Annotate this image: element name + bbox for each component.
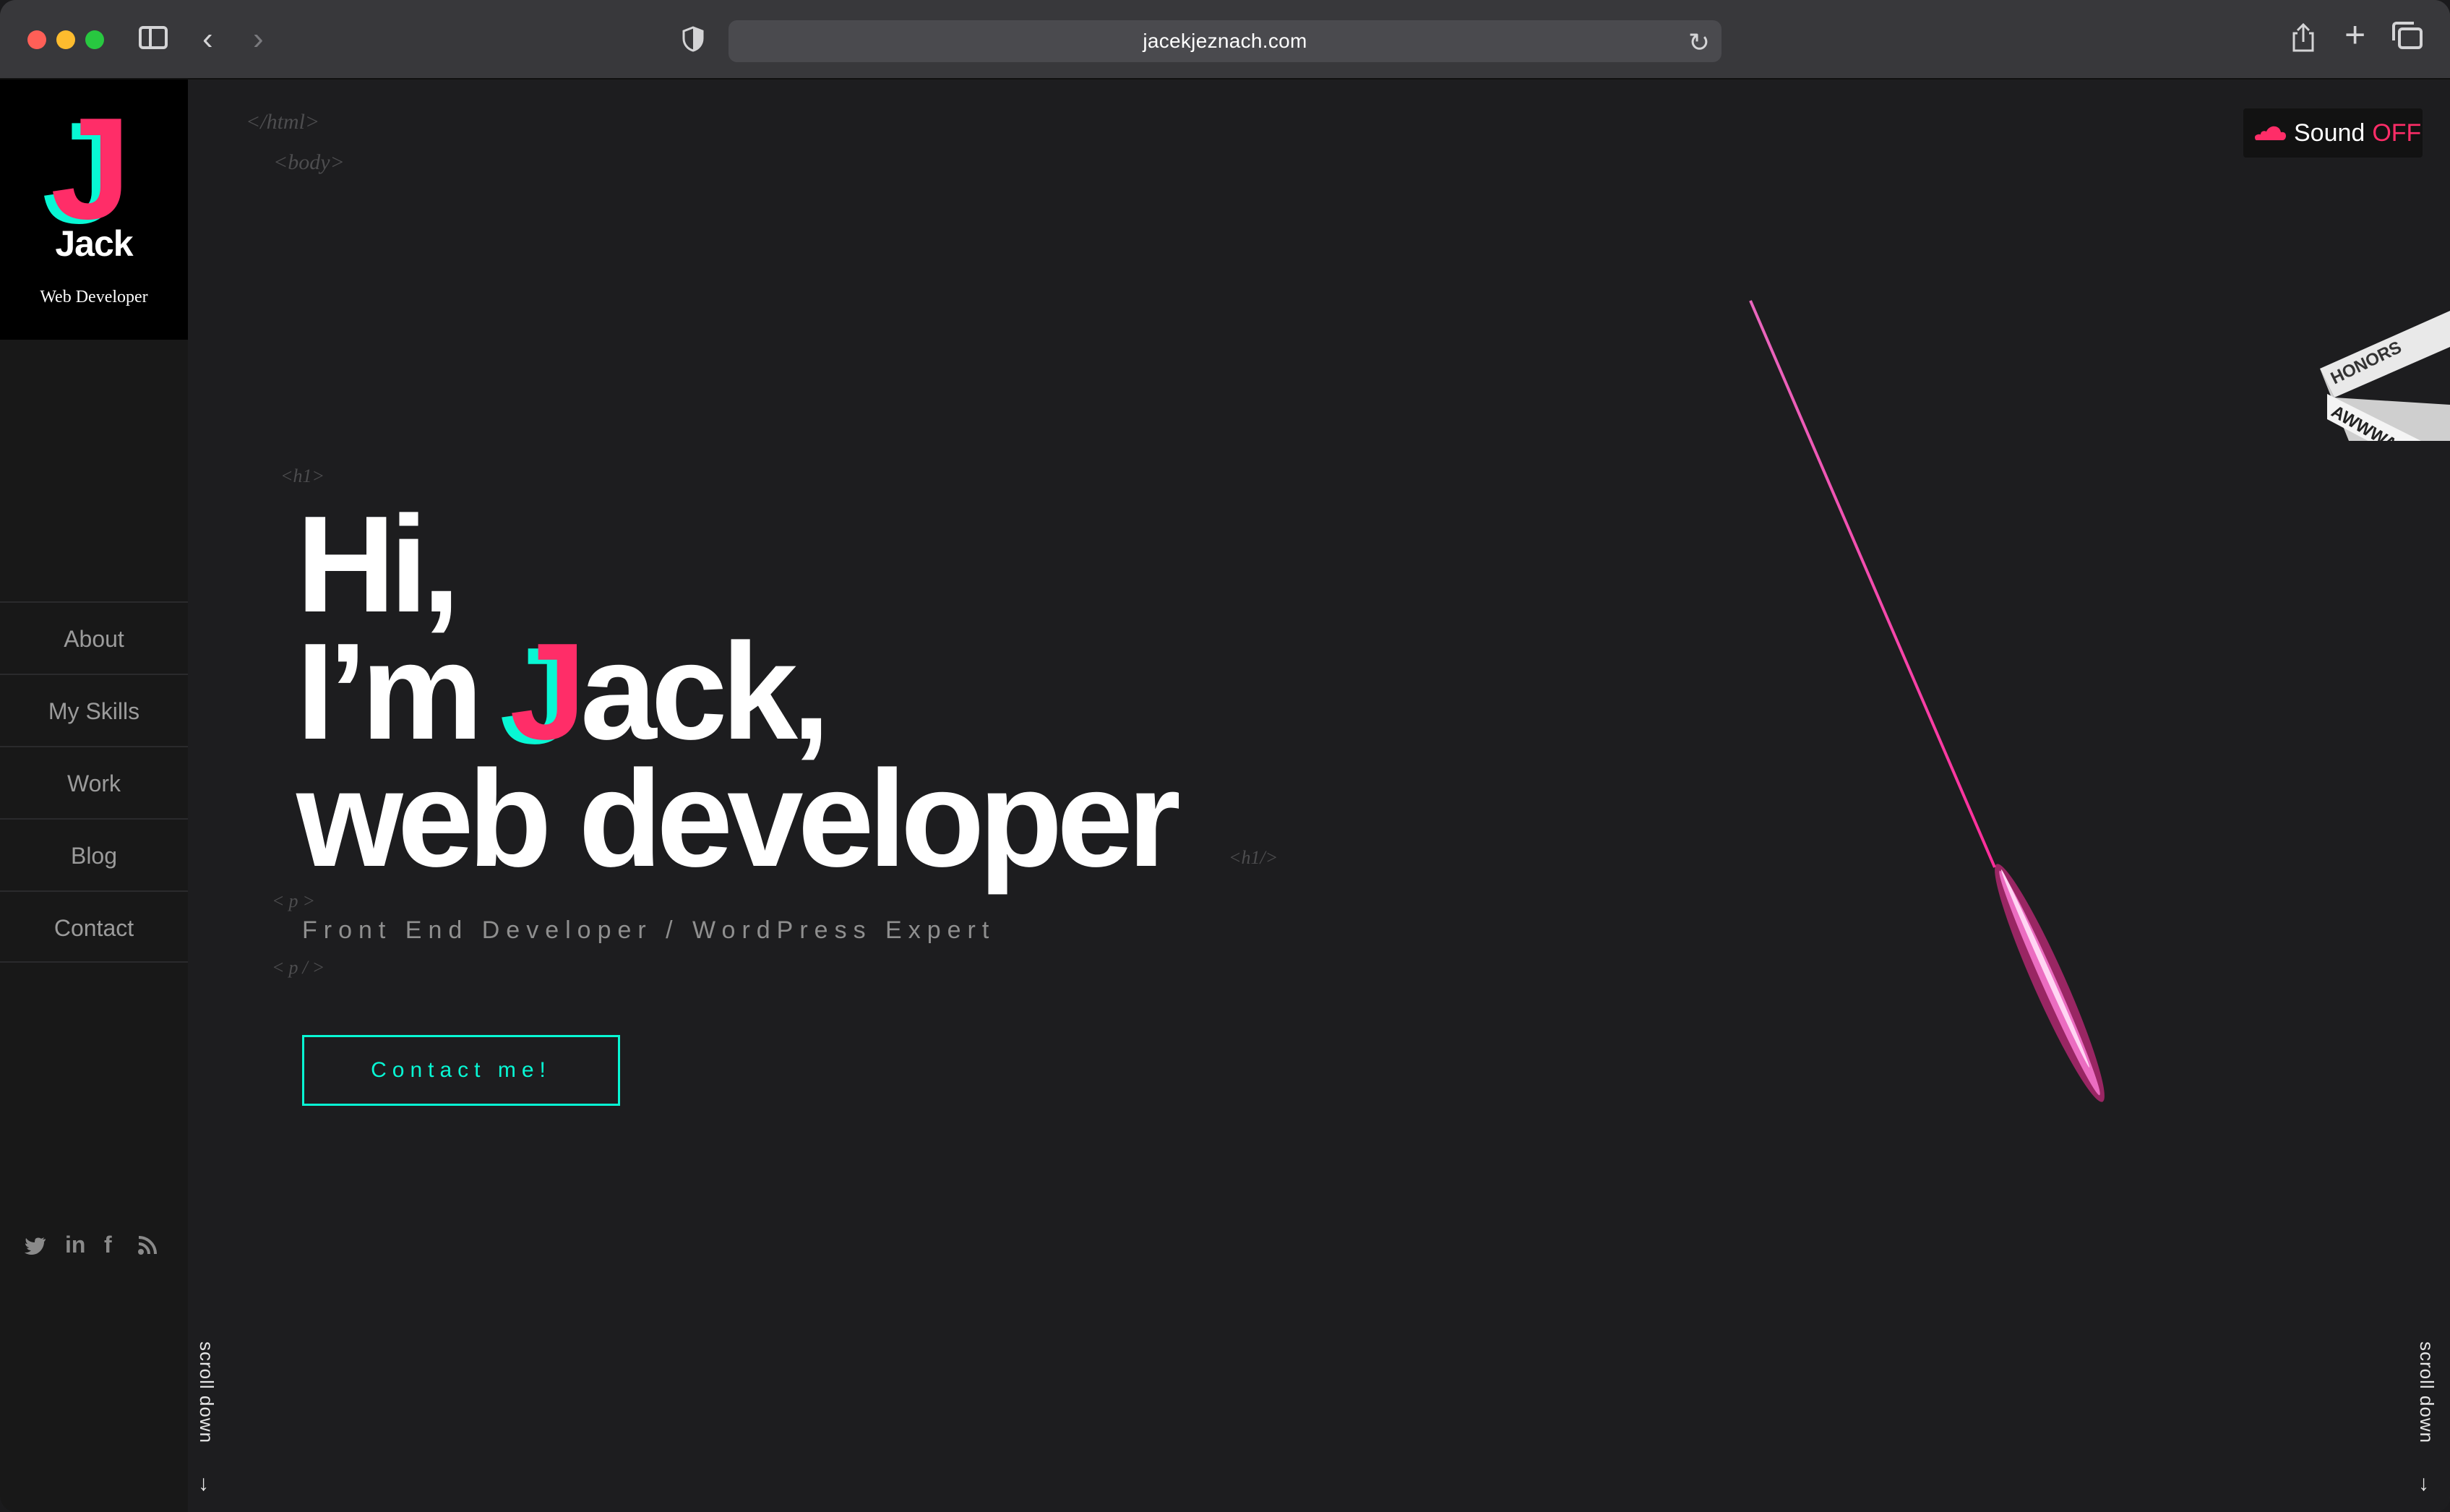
sound-toggle-button[interactable]: Sound OFF (2243, 108, 2423, 158)
twitter-icon[interactable] (25, 1234, 46, 1261)
minimize-window-button[interactable] (56, 30, 75, 49)
logo-letter: J (51, 88, 132, 249)
address-bar[interactable]: jacekjeznach.com ↻ (728, 20, 1722, 62)
main-nav: About My Skills Work Blog Contact (0, 601, 188, 963)
contact-me-button[interactable]: Contact me! (302, 1035, 620, 1106)
nav-item-about[interactable]: About (0, 601, 188, 674)
forward-arrow-icon[interactable]: › (253, 23, 264, 55)
browser-toolbar: ‹ › jacekjeznach.com ↻ + (0, 0, 2450, 80)
comet-decoration (1749, 300, 2105, 1102)
code-tag-h1-open: <h1> (280, 465, 325, 486)
site-sidebar: J Jack Web Developer About My Skills Wor… (0, 80, 188, 1512)
scroll-down-arrow-right-icon[interactable]: ↓ (2418, 1472, 2429, 1496)
nav-item-blog[interactable]: Blog (0, 818, 188, 890)
sound-label: Sound (2294, 119, 2365, 147)
maximize-window-button[interactable] (85, 30, 104, 49)
scroll-down-arrow-left-icon[interactable]: ↓ (198, 1472, 209, 1496)
sidebar-toggle-icon[interactable] (139, 26, 168, 49)
linkedin-icon[interactable]: in (65, 1232, 85, 1258)
privacy-shield-icon[interactable] (682, 26, 704, 58)
code-tag-p-close: <p/> (272, 957, 330, 978)
code-tag-html: </html> (246, 110, 320, 134)
nav-item-work[interactable]: Work (0, 746, 188, 818)
code-tag-h1-close: <h1/> (1229, 847, 1278, 868)
new-tab-icon[interactable]: + (2344, 17, 2365, 53)
awwwards-ribbon-graphic: HONORS AWWWARDS (2320, 311, 2450, 484)
logo-subtitle: Web Developer (40, 288, 148, 306)
site-logo[interactable]: J Jack Web Developer (0, 80, 188, 340)
sound-label-wrap: Sound OFF (2294, 108, 2421, 158)
social-links: in f (25, 1232, 169, 1268)
page-content: J Jack Web Developer About My Skills Wor… (0, 80, 2450, 1512)
awwwards-ribbon[interactable]: HONORS AWWWARDS (2305, 224, 2450, 484)
sound-state: OFF (2372, 119, 2422, 147)
reload-icon[interactable]: ↻ (1688, 27, 1710, 58)
tab-overview-icon[interactable] (2392, 22, 2423, 49)
scroll-down-label-right: scroll down (2416, 1341, 2438, 1444)
facebook-icon[interactable]: f (104, 1232, 112, 1258)
share-icon[interactable] (2291, 22, 2316, 57)
logo-name: Jack (55, 223, 133, 264)
scroll-down-label-left: scroll down (196, 1341, 218, 1444)
nav-item-contact[interactable]: Contact (0, 890, 188, 963)
browser-window: ‹ › jacekjeznach.com ↻ + J Jack Web Deve… (0, 0, 2450, 1512)
nav-item-my-skills[interactable]: My Skills (0, 674, 188, 746)
rss-icon[interactable] (137, 1234, 158, 1261)
code-tag-body: <body> (273, 150, 345, 174)
soundcloud-icon (2255, 126, 2286, 140)
close-window-button[interactable] (27, 30, 46, 49)
hero-line-1: Hi, (296, 488, 460, 641)
hero-line-3: web developer (296, 742, 1181, 895)
hero-line-2: I’m Jack, (296, 623, 830, 760)
hero-tagline: Front End Developer / WordPress Expert (302, 916, 996, 944)
url-text: jacekjeznach.com (1143, 30, 1307, 52)
back-arrow-icon[interactable]: ‹ (202, 23, 213, 55)
